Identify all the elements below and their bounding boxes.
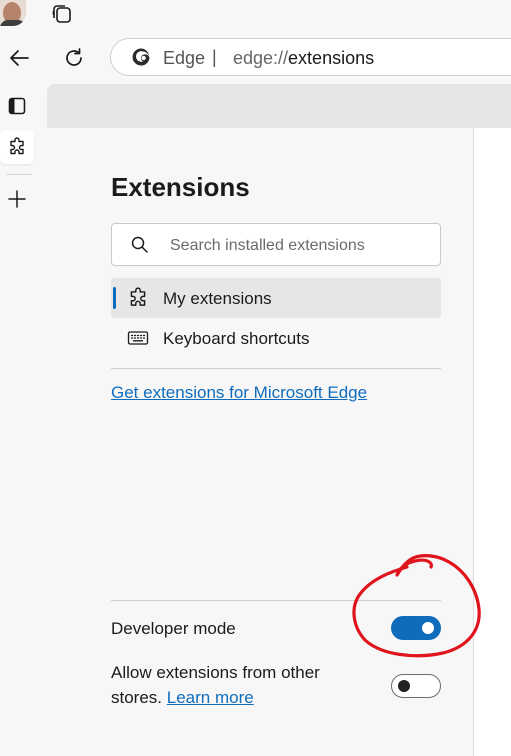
- page-header-strip: [47, 84, 511, 128]
- developer-mode-label: Developer mode: [111, 619, 236, 638]
- keyboard-icon: [127, 331, 149, 345]
- search-box[interactable]: [111, 223, 441, 267]
- refresh-button[interactable]: [60, 44, 88, 72]
- sidebar-toggle-button[interactable]: [0, 89, 34, 123]
- site-label: Edge: [163, 48, 206, 68]
- edge-logo-icon: [132, 48, 150, 66]
- search-input[interactable]: [168, 224, 432, 267]
- refresh-icon: [66, 48, 82, 66]
- page-title: Extensions: [111, 172, 250, 202]
- main-content-area: [474, 128, 511, 756]
- avatar[interactable]: [0, 0, 26, 26]
- sidebar-tab-extensions[interactable]: [0, 130, 34, 164]
- arrow-left-icon: [10, 50, 29, 66]
- vertical-sidebar: [0, 84, 46, 756]
- plus-icon: [8, 190, 26, 208]
- puzzle-icon: [10, 137, 24, 155]
- address-separator: |: [212, 47, 217, 67]
- menu-item-my-extensions[interactable]: My extensions: [111, 278, 441, 318]
- menu-item-label: My extensions: [163, 289, 272, 308]
- address-bar[interactable]: Edge | edge://extensions: [110, 38, 511, 76]
- url-text: edge://extensions: [233, 48, 374, 69]
- back-button[interactable]: [5, 44, 33, 72]
- toggle-knob: [398, 680, 410, 692]
- get-extensions-link[interactable]: Get extensions for Microsoft Edge: [111, 383, 367, 403]
- other-stores-toggle[interactable]: [391, 674, 441, 698]
- developer-mode-toggle[interactable]: [391, 616, 441, 640]
- section-divider: [111, 368, 441, 369]
- other-stores-setting: Allow extensions from other stores. Lear…: [111, 660, 346, 710]
- url-path: extensions: [288, 48, 375, 68]
- settings-divider: [111, 600, 441, 601]
- new-tab-button[interactable]: [0, 182, 34, 216]
- learn-more-link[interactable]: Learn more: [167, 688, 254, 707]
- menu-item-keyboard-shortcuts[interactable]: Keyboard shortcuts: [111, 318, 441, 358]
- toggle-knob: [422, 622, 434, 634]
- puzzle-icon: [130, 287, 146, 306]
- tab-actions-icon[interactable]: [50, 3, 74, 25]
- menu-item-label: Keyboard shortcuts: [163, 329, 310, 348]
- navigation-bar: Edge | edge://extensions: [0, 32, 511, 84]
- sidebar-divider: [6, 174, 32, 175]
- selection-indicator: [113, 287, 116, 309]
- panel-icon: [8, 97, 26, 115]
- search-icon: [131, 236, 148, 253]
- title-bar: [0, 0, 511, 32]
- url-scheme: edge://: [233, 48, 289, 68]
